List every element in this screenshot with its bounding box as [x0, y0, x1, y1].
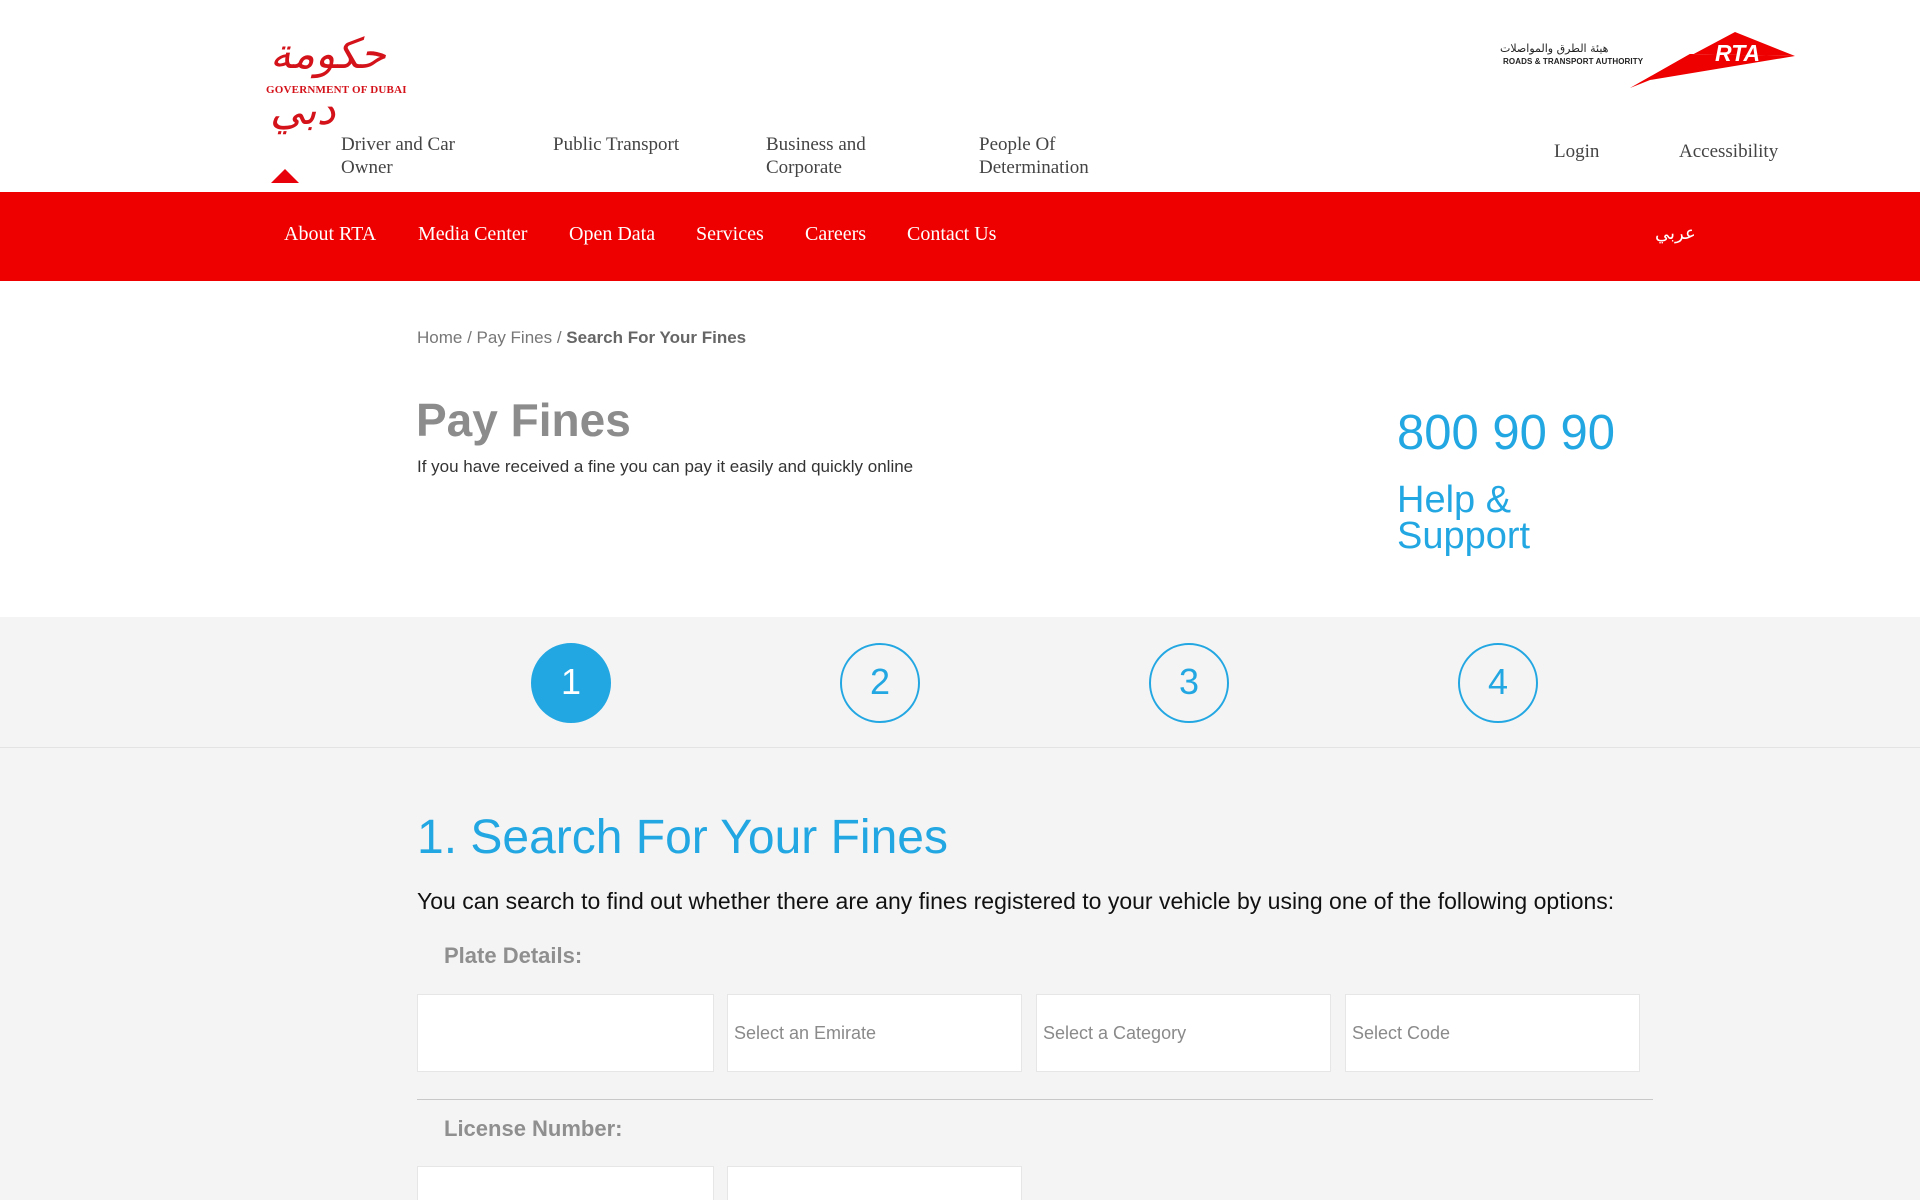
breadcrumb-home[interactable]: Home — [417, 328, 462, 347]
gov-logo-english: GOVERNMENT OF DUBAI — [266, 84, 407, 96]
step-3-indicator: 3 — [1149, 643, 1229, 723]
nav-contact-us[interactable]: Contact Us — [907, 223, 996, 246]
step-1-indicator: 1 — [531, 643, 611, 723]
nav-about-rta[interactable]: About RTA — [284, 223, 376, 246]
support-phone-number[interactable]: 800 90 90 — [1397, 405, 1615, 461]
breadcrumb-separator: / — [462, 328, 477, 347]
login-link[interactable]: Login — [1554, 140, 1599, 163]
breadcrumb-current: Search For Your Fines — [566, 328, 747, 347]
nav-open-data[interactable]: Open Data — [569, 223, 655, 246]
emirate-select-placeholder: Select an Emirate — [734, 1023, 877, 1043]
license-number-input[interactable] — [417, 1166, 714, 1200]
plate-details-label: Plate Details: — [444, 943, 583, 968]
site-header: حكومة دبي GOVERNMENT OF DUBAI هيئة الطرق… — [0, 0, 1920, 192]
rta-logo-mark: RTA — [1715, 40, 1761, 66]
breadcrumb-separator: / — [552, 328, 567, 347]
main-nav-bar: About RTA Media Center Open Data Service… — [0, 192, 1920, 281]
nav-services[interactable]: Services — [696, 223, 764, 246]
topnav-public-transport[interactable]: Public Transport — [553, 133, 679, 156]
page-subtitle: If you have received a fine you can pay … — [417, 457, 914, 476]
emirate-select[interactable]: Select an Emirate — [727, 994, 1022, 1072]
section-description: You can search to find out whether there… — [417, 888, 1615, 914]
rta-logo[interactable]: هيئة الطرق والمواصلات ROADS & TRANSPORT … — [1500, 30, 1795, 92]
rta-logo-arabic: هيئة الطرق والمواصلات — [1500, 42, 1609, 55]
help-and-support-link[interactable]: Help & Support — [1397, 481, 1597, 555]
license-number-label: License Number: — [444, 1116, 623, 1141]
rta-logo-english: ROADS & TRANSPORT AUTHORITY — [1503, 57, 1644, 66]
nav-careers[interactable]: Careers — [805, 223, 866, 246]
rta-swoosh-icon — [1630, 32, 1795, 88]
topnav-people-of-determination[interactable]: People Of Determination — [979, 133, 1139, 179]
topnav-driver-and-car-owner[interactable]: Driver and Car Owner — [341, 133, 491, 179]
step-4-indicator: 4 — [1458, 643, 1538, 723]
active-menu-caret-icon — [271, 169, 299, 183]
page-title: Pay Fines — [416, 394, 631, 446]
nav-media-center[interactable]: Media Center — [418, 223, 527, 246]
step-2-indicator: 2 — [840, 643, 920, 723]
accessibility-link[interactable]: Accessibility — [1679, 140, 1778, 163]
code-select[interactable]: Select Code — [1345, 994, 1640, 1072]
plate-number-input[interactable] — [417, 994, 714, 1072]
code-select-placeholder: Select Code — [1352, 1023, 1451, 1043]
section-divider — [417, 1099, 1653, 1100]
gov-logo-arabic: حكومة دبي — [270, 29, 386, 134]
steps-progress — [0, 617, 1920, 748]
category-select[interactable]: Select a Category — [1036, 994, 1331, 1072]
language-toggle-arabic[interactable]: عربي — [1655, 223, 1696, 244]
license-source-select[interactable] — [727, 1166, 1022, 1200]
breadcrumb: Home / Pay Fines / Search For Your Fines — [417, 328, 746, 348]
topnav-business-and-corporate[interactable]: Business and Corporate — [766, 133, 916, 179]
breadcrumb-pay-fines[interactable]: Pay Fines — [477, 328, 553, 347]
category-select-placeholder: Select a Category — [1043, 1023, 1187, 1043]
government-of-dubai-logo[interactable]: حكومة دبي GOVERNMENT OF DUBAI — [262, 26, 412, 134]
section-title: 1. Search For Your Fines — [417, 811, 948, 864]
